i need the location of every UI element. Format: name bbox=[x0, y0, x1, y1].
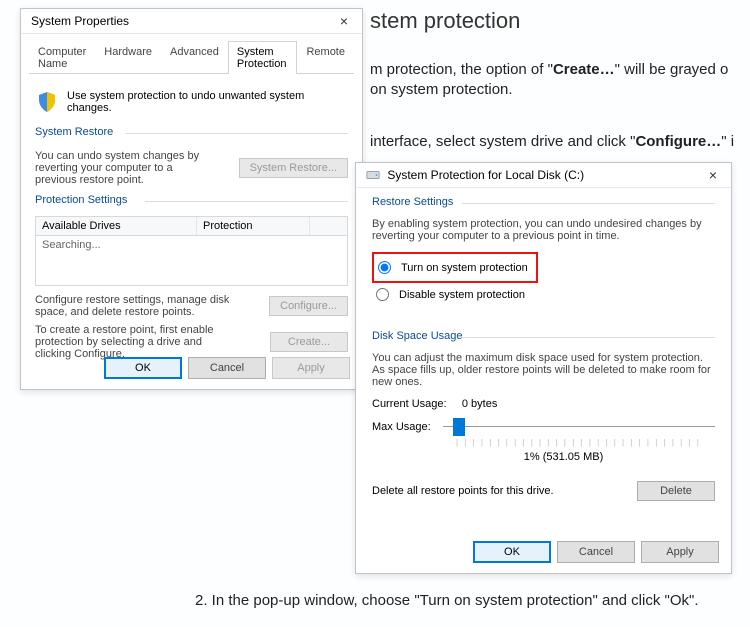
text-bold-create: Create… bbox=[553, 61, 615, 78]
system-restore-button[interactable]: System Restore... bbox=[239, 158, 348, 178]
apply-button[interactable]: Apply bbox=[272, 357, 350, 379]
disk-icon bbox=[366, 168, 380, 182]
delete-description: Delete all restore points for this drive… bbox=[372, 485, 554, 497]
tab-strip: Computer Name Hardware Advanced System P… bbox=[29, 40, 354, 74]
titlebar[interactable]: System Properties × bbox=[21, 9, 362, 34]
radio-label: Disable system protection bbox=[399, 289, 525, 301]
text: on system protection. bbox=[370, 81, 513, 98]
radio-label: Turn on system protection bbox=[401, 262, 528, 274]
shield-icon bbox=[35, 90, 59, 114]
delete-button[interactable]: Delete bbox=[637, 481, 715, 501]
cancel-button[interactable]: Cancel bbox=[557, 541, 635, 563]
radio-disable[interactable]: Disable system protection bbox=[374, 287, 715, 302]
window-title: System Protection for Local Disk (C:) bbox=[387, 168, 584, 182]
tab-advanced[interactable]: Advanced bbox=[161, 41, 228, 74]
disk-usage-description: You can adjust the maximum disk space us… bbox=[372, 352, 715, 388]
tab-computer-name[interactable]: Computer Name bbox=[29, 41, 95, 74]
radio-input-on[interactable] bbox=[378, 261, 391, 274]
apply-button[interactable]: Apply bbox=[641, 541, 719, 563]
restore-settings-description: By enabling system protection, you can u… bbox=[372, 218, 715, 242]
text: interface, select system drive and click… bbox=[370, 133, 635, 150]
article-heading: stem protection bbox=[370, 8, 520, 34]
system-properties-window: System Properties × Computer Name Hardwa… bbox=[20, 8, 363, 390]
cancel-button[interactable]: Cancel bbox=[188, 357, 266, 379]
highlight-box: Turn on system protection bbox=[372, 252, 538, 283]
titlebar[interactable]: System Protection for Local Disk (C:) × bbox=[356, 163, 731, 188]
tab-remote[interactable]: Remote bbox=[297, 41, 354, 74]
tab-hardware[interactable]: Hardware bbox=[95, 41, 161, 74]
text-bold-configure: Configure… bbox=[635, 133, 721, 150]
text: " i bbox=[721, 133, 734, 150]
max-usage-label: Max Usage: bbox=[372, 421, 431, 433]
radio-turn-on[interactable]: Turn on system protection bbox=[376, 260, 530, 275]
configure-button[interactable]: Configure... bbox=[269, 296, 348, 316]
restore-description: You can undo system changes by reverting… bbox=[35, 150, 210, 186]
drive-table[interactable]: Available Drives Protection Searching... bbox=[35, 216, 348, 286]
group-protection-settings: Protection Settings bbox=[35, 194, 348, 206]
slider-thumb[interactable] bbox=[453, 418, 465, 436]
close-icon[interactable]: × bbox=[701, 167, 725, 183]
article-step-2: 2. In the pop-up window, choose "Turn on… bbox=[195, 592, 699, 609]
ok-button[interactable]: OK bbox=[473, 541, 551, 563]
group-disk-space-usage: Disk Space Usage bbox=[372, 330, 715, 342]
intro-text: Use system protection to undo unwanted s… bbox=[67, 90, 348, 114]
text: " will be grayed o bbox=[615, 61, 729, 78]
column-drives: Available Drives bbox=[36, 217, 197, 235]
group-system-restore: System Restore bbox=[35, 126, 348, 138]
article-paragraph-2: interface, select system drive and click… bbox=[370, 133, 734, 150]
system-protection-local-disk-window: System Protection for Local Disk (C:) × … bbox=[355, 162, 732, 574]
close-icon[interactable]: × bbox=[332, 13, 356, 29]
slider-ticks: | | | | | | | | | | | | | | | | | | | | … bbox=[456, 438, 715, 447]
current-usage-label: Current Usage: bbox=[372, 398, 447, 410]
tab-system-protection[interactable]: System Protection bbox=[228, 41, 298, 74]
column-protection: Protection bbox=[197, 217, 310, 235]
usage-percent: 1% (531.05 MB) bbox=[412, 451, 715, 463]
current-usage-value: 0 bytes bbox=[462, 398, 497, 410]
group-restore-settings: Restore Settings bbox=[372, 196, 715, 208]
window-title: System Properties bbox=[31, 14, 129, 28]
configure-description: Configure restore settings, manage disk … bbox=[35, 294, 235, 318]
create-button[interactable]: Create... bbox=[270, 332, 348, 352]
create-description: To create a restore point, first enable … bbox=[35, 324, 235, 360]
article-paragraph-1: m protection, the option of "Create…" wi… bbox=[370, 60, 728, 101]
radio-input-off[interactable] bbox=[376, 288, 389, 301]
table-row: Searching... bbox=[36, 236, 347, 254]
ok-button[interactable]: OK bbox=[104, 357, 182, 379]
text: m protection, the option of " bbox=[370, 61, 553, 78]
max-usage-slider[interactable] bbox=[443, 418, 715, 436]
